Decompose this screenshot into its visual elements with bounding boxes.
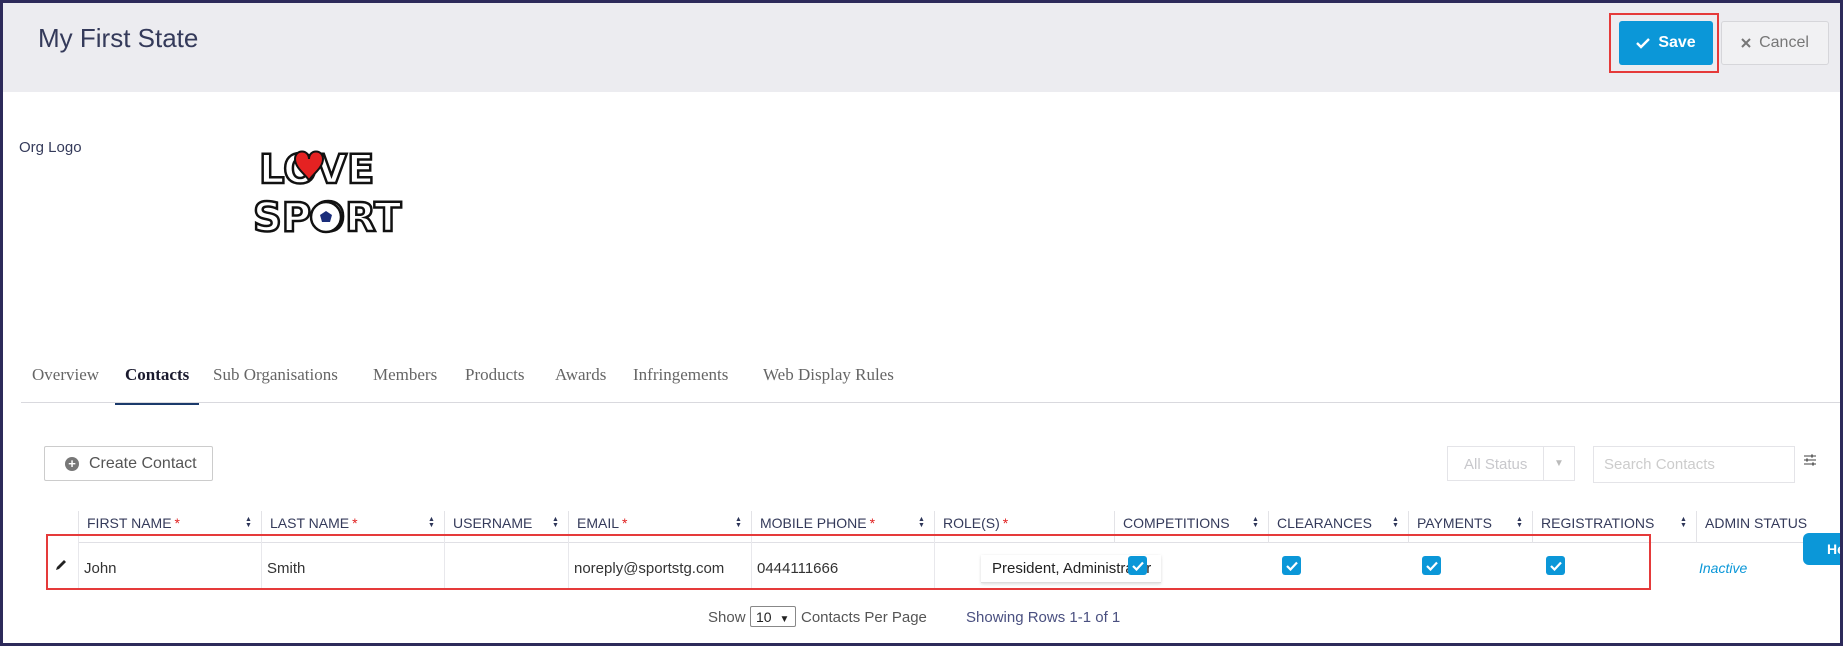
status-filter-select[interactable]: All Status ▼ — [1447, 446, 1575, 481]
column-label: REGISTRATIONS — [1541, 515, 1655, 531]
tab-members[interactable]: Members — [373, 357, 437, 403]
create-contact-button[interactable]: + Create Contact — [44, 446, 213, 481]
required-marker: * — [1002, 515, 1009, 531]
chevron-down-icon: ▼ — [779, 614, 790, 625]
column-label: FIRST NAME — [87, 515, 172, 531]
per-page-value: 10 — [756, 609, 772, 625]
required-marker: * — [622, 515, 628, 531]
cancel-label: Cancel — [1759, 34, 1809, 51]
sort-icon: ▲ ▼ — [1392, 516, 1399, 529]
status-filter-value: All Status — [1464, 456, 1528, 473]
tab-web-display-rules[interactable]: Web Display Rules — [763, 357, 894, 403]
pager-rows-info: Showing Rows 1-1 of 1 — [966, 609, 1121, 626]
required-marker: * — [174, 515, 180, 531]
tab-awards[interactable]: Awards — [555, 357, 606, 403]
create-contact-label: Create Contact — [89, 454, 197, 472]
column-label: PAYMENTS — [1417, 515, 1492, 531]
save-button[interactable]: Save — [1619, 21, 1713, 65]
sort-icon: ▲ ▼ — [1680, 516, 1687, 529]
admin-status-link[interactable]: Inactive — [1699, 560, 1747, 576]
org-logo: LOVE SPORT — [252, 146, 404, 241]
column-label: COMPETITIONS — [1123, 515, 1230, 531]
tab-infringements[interactable]: Infringements — [633, 357, 728, 403]
page-header: My First State Save Cancel — [3, 3, 1840, 92]
sort-icon: ▲ ▼ — [428, 516, 435, 529]
sort-icon: ▲ ▼ — [245, 516, 252, 529]
column-label: USERNAME — [453, 515, 533, 531]
chevron-down-icon: ▼ — [1543, 447, 1574, 480]
sort-icon: ▲ ▼ — [552, 516, 559, 529]
search-contacts-input[interactable] — [1593, 446, 1795, 483]
tab-sub-organisations[interactable]: Sub Organisations — [213, 357, 338, 403]
required-marker: * — [869, 515, 876, 531]
check-icon — [1636, 38, 1651, 49]
column-label: ADMIN STATUS — [1705, 515, 1808, 531]
sort-icon: ▲ ▼ — [1252, 516, 1259, 529]
close-icon — [1741, 38, 1751, 48]
tab-products[interactable]: Products — [465, 357, 525, 403]
plus-circle-icon: + — [65, 456, 79, 471]
cancel-button[interactable]: Cancel — [1721, 21, 1829, 65]
help-button[interactable]: He — [1803, 533, 1840, 565]
column-label: ROLE(S) — [943, 515, 1000, 531]
column-label: EMAIL — [577, 515, 620, 531]
row-highlight-box — [46, 534, 1651, 590]
soccer-ball-icon — [309, 200, 343, 234]
org-logo-label: Org Logo — [19, 139, 82, 156]
pager-per-page-label: Contacts Per Page — [801, 609, 927, 626]
pager-show-label: Show — [708, 609, 746, 626]
column-label: CLEARANCES — [1277, 515, 1372, 531]
column-settings-icon[interactable] — [1803, 453, 1817, 467]
sort-icon: ▲ ▼ — [735, 516, 742, 529]
per-page-select[interactable]: 10 ▼ — [750, 606, 796, 627]
save-label: Save — [1658, 34, 1696, 51]
column-label: MOBILE PHONE — [760, 515, 867, 531]
sort-icon: ▲ ▼ — [1516, 516, 1523, 529]
required-marker: * — [352, 515, 358, 531]
tab-contacts[interactable]: Contacts — [115, 357, 200, 405]
app-frame: My First State Save Cancel Org Logo LOVE… — [0, 0, 1843, 646]
page-title: My First State — [38, 23, 199, 53]
sort-icon: ▲ ▼ — [918, 516, 925, 529]
tab-bar: Overview Contacts Sub Organisations Memb… — [21, 357, 1840, 405]
tab-overview[interactable]: Overview — [32, 357, 99, 403]
column-label: LAST NAME — [270, 515, 350, 531]
